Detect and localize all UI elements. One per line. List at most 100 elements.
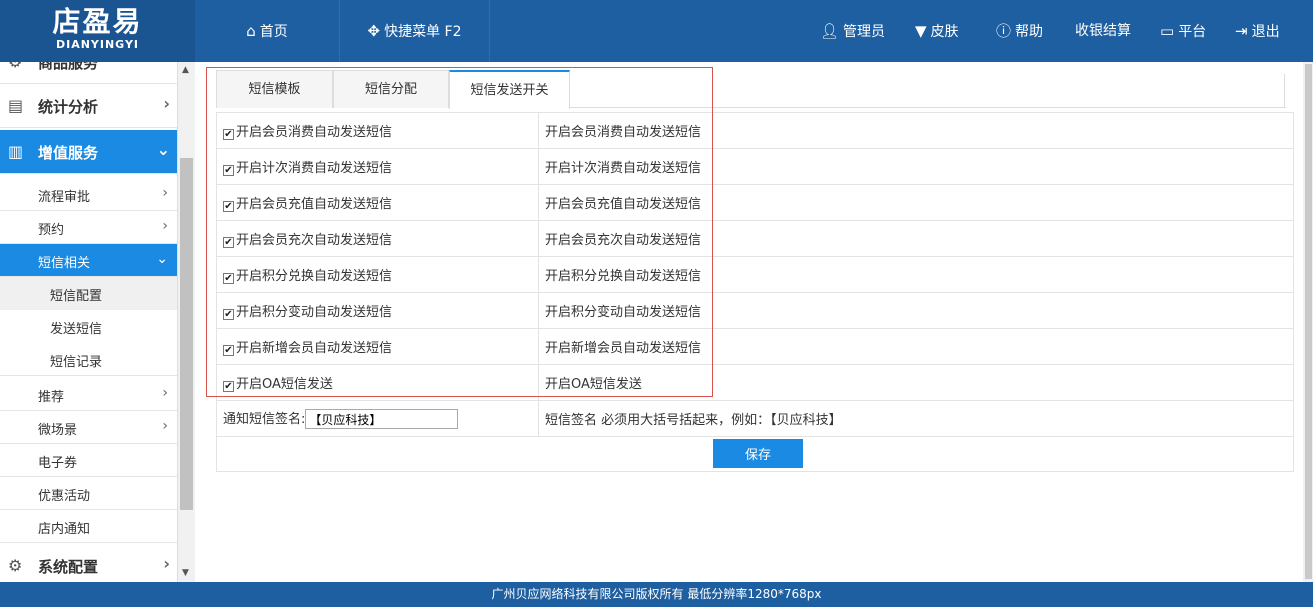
page-scroll-thumb[interactable] <box>1305 64 1312 579</box>
nav-checkout[interactable]: 收银结算 <box>1075 0 1131 62</box>
move-icon: ✥ <box>367 22 381 40</box>
switch-label[interactable]: 开启OA短信发送 <box>236 377 333 392</box>
switch-cell: ✔ 开启会员充值自动发送短信 <box>216 184 539 221</box>
sidebar-item-label: 商品服务 <box>38 62 99 72</box>
chevron-right-icon: › <box>162 218 168 234</box>
sms-switch-table: ✔ 开启会员消费自动发送短信 开启会员消费自动发送短信 ✔ 开启计次消费自动发送短信 开启… <box>216 112 1294 437</box>
sidebar-item-sms-records[interactable]: 短信记录 <box>0 343 177 376</box>
table-row: ✔ 开启积分变动自动发送短信 开启积分变动自动发送短信 <box>216 292 1294 329</box>
sidebar-item-e-coupon[interactable]: 电子券 <box>0 444 177 477</box>
sidebar-item-label: 微场景 <box>38 423 78 438</box>
tab-sms-switch[interactable]: 短信发送开关 <box>449 70 570 109</box>
switch-cell: ✔ 开启新增会员自动发送短信 <box>216 328 539 365</box>
logo-subtext: DIANYINGYI <box>55 38 140 51</box>
switch-cell: ✔ 开启OA短信发送 <box>216 364 539 401</box>
switch-checkbox[interactable]: ✔ <box>223 129 234 140</box>
switch-label[interactable]: 开启会员充值自动发送短信 <box>236 197 392 212</box>
switch-description: 开启OA短信发送 <box>538 364 1294 401</box>
table-row: ✔ 开启新增会员自动发送短信 开启新增会员自动发送短信 <box>216 328 1294 365</box>
chevron-right-icon: › <box>162 418 168 434</box>
switch-checkbox[interactable]: ✔ <box>223 237 234 248</box>
sidebar-item-label: 系统配置 <box>38 558 99 576</box>
sidebar-item-value-added[interactable]: ▥ 增值服务 ⌄ <box>0 130 177 174</box>
nav-logout[interactable]: ⇥ 退出 <box>1235 0 1280 62</box>
home-icon: ⌂ <box>246 22 256 40</box>
sidebar-item-label: 店内通知 <box>38 522 91 537</box>
chevron-right-icon: › <box>162 185 168 201</box>
sidebar-item-recommend[interactable]: 推荐 › <box>0 378 177 411</box>
switch-checkbox[interactable]: ✔ <box>223 273 234 284</box>
nav-home[interactable]: ⌂ 首页 <box>195 0 340 62</box>
chart-icon: ▤ <box>8 96 24 115</box>
sidebar-scroll-thumb[interactable] <box>180 158 193 510</box>
table-row: ✔ 开启会员消费自动发送短信 开启会员消费自动发送短信 <box>216 112 1294 149</box>
switch-description: 开启计次消费自动发送短信 <box>538 148 1294 185</box>
switch-label[interactable]: 开启会员消费自动发送短信 <box>236 125 392 140</box>
nav-admin-label: 管理员 <box>843 24 886 40</box>
switch-label[interactable]: 开启计次消费自动发送短信 <box>236 161 392 176</box>
tab-sms-allocation[interactable]: 短信分配 <box>333 70 449 108</box>
sidebar-item-label: 发送短信 <box>50 322 103 337</box>
switch-label[interactable]: 开启积分兑换自动发送短信 <box>236 269 392 284</box>
sidebar-scrollbar[interactable]: ▲ ▼ <box>178 62 195 582</box>
table-row: ✔ 开启计次消费自动发送短信 开启计次消费自动发送短信 <box>216 148 1294 185</box>
switch-cell: ✔ 开启积分变动自动发送短信 <box>216 292 539 329</box>
monitor-icon: ▭ <box>1160 22 1175 40</box>
tab-sms-template[interactable]: 短信模板 <box>216 70 333 108</box>
help-icon: ⓘ <box>996 22 1012 40</box>
goods-icon: ⚙ <box>8 62 22 71</box>
signature-cell: 通知短信签名: <box>216 400 539 437</box>
sidebar-item-label: 电子券 <box>38 456 78 471</box>
switch-cell: ✔ 开启会员消费自动发送短信 <box>216 112 539 149</box>
signature-hint: 短信签名 必须用大括号括起来，例如：【贝应科技】 <box>538 400 1294 437</box>
page-scrollbar[interactable] <box>1303 62 1313 582</box>
sidebar-item-sms-config[interactable]: 短信配置 <box>0 277 177 310</box>
switch-label[interactable]: 开启会员充次自动发送短信 <box>236 233 392 248</box>
switch-checkbox[interactable]: ✔ <box>223 381 234 392</box>
sidebar-item-promotions[interactable]: 优惠活动 <box>0 477 177 510</box>
switch-label[interactable]: 开启新增会员自动发送短信 <box>236 341 392 356</box>
map-icon: ▥ <box>8 142 24 161</box>
sidebar-item-approval[interactable]: 流程审批 › <box>0 178 177 211</box>
nav-skin[interactable]: ▼ 皮肤 <box>915 0 959 62</box>
nav-quick-menu[interactable]: ✥ 快捷菜单 F2 <box>340 0 490 62</box>
sidebar-item-label: 增值服务 <box>38 144 99 162</box>
signature-input[interactable] <box>305 409 459 430</box>
sidebar-item-label: 统计分析 <box>38 98 99 116</box>
switch-description: 开启会员消费自动发送短信 <box>538 112 1294 149</box>
sidebar-item-store-notice[interactable]: 店内通知 <box>0 510 177 543</box>
tab-bar: 短信模板 短信分配 短信发送开关 <box>216 70 1286 109</box>
switch-checkbox[interactable]: ✔ <box>223 345 234 356</box>
sidebar-item-booking[interactable]: 预约 › <box>0 211 177 244</box>
nav-admin[interactable]: 👤︎ 管理员 <box>820 0 885 62</box>
save-button[interactable]: 保存 <box>713 439 803 468</box>
chevron-right-icon: › <box>163 94 170 113</box>
switch-label[interactable]: 开启积分变动自动发送短信 <box>236 305 392 320</box>
chevron-down-icon: ⌄ <box>156 251 168 267</box>
chevron-right-icon: › <box>162 385 168 401</box>
switch-description: 开启积分变动自动发送短信 <box>538 292 1294 329</box>
table-row: 通知短信签名: 短信签名 必须用大括号括起来，例如：【贝应科技】 <box>216 400 1294 437</box>
gear-icon: ⚙ <box>8 556 23 575</box>
sidebar: ⚙ 商品服务 ▤ 统计分析 › ▥ 增值服务 ⌄ 流程审批 › 预约 › 短信相… <box>0 62 178 582</box>
switch-checkbox[interactable]: ✔ <box>223 165 234 176</box>
logout-icon: ⇥ <box>1235 22 1248 40</box>
tab-bar-border <box>1284 74 1285 108</box>
scroll-up-icon[interactable]: ▲ <box>182 65 189 75</box>
table-row: ✔ 开启会员充次自动发送短信 开启会员充次自动发送短信 <box>216 220 1294 257</box>
sidebar-item-stats[interactable]: ▤ 统计分析 › <box>0 84 177 128</box>
scroll-down-icon[interactable]: ▼ <box>182 568 189 578</box>
sidebar-item-system-config[interactable]: ⚙ 系统配置 › <box>0 544 177 582</box>
brand-logo[interactable]: 店盈易 DIANYINGYI <box>0 0 195 62</box>
switch-checkbox[interactable]: ✔ <box>223 309 234 320</box>
nav-platform[interactable]: ▭ 平台 <box>1160 0 1206 62</box>
sidebar-item-send-sms[interactable]: 发送短信 <box>0 310 177 343</box>
sidebar-item-micro-scene[interactable]: 微场景 › <box>0 411 177 444</box>
sidebar-item-sms[interactable]: 短信相关 ⌄ <box>0 244 177 277</box>
switch-checkbox[interactable]: ✔ <box>223 201 234 212</box>
nav-help[interactable]: ⓘ 帮助 <box>996 0 1043 62</box>
switch-description: 开启新增会员自动发送短信 <box>538 328 1294 365</box>
sidebar-item-goods-services[interactable]: ⚙ 商品服务 <box>0 62 177 84</box>
switch-cell: ✔ 开启会员充次自动发送短信 <box>216 220 539 257</box>
chevron-down-icon: ⌄ <box>156 140 170 159</box>
